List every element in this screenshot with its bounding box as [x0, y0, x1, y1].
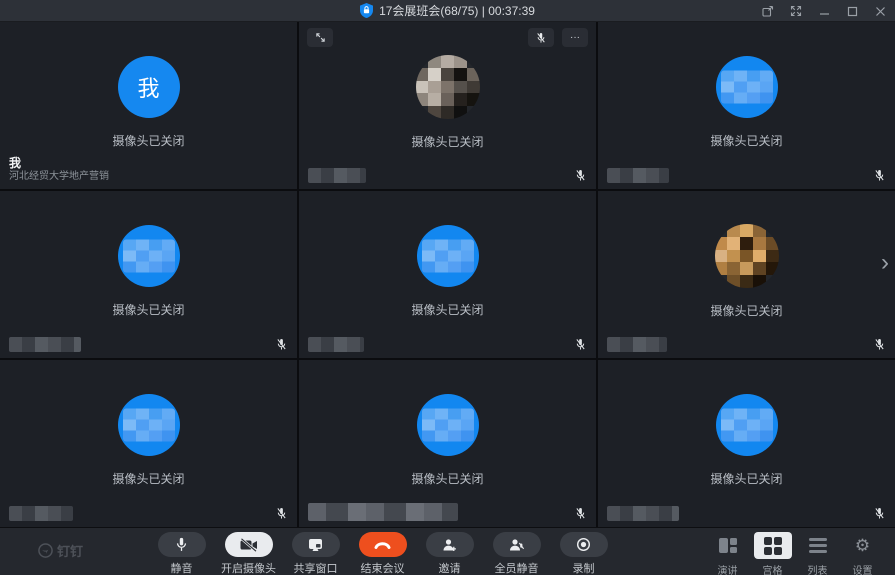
participant-tile[interactable]: 摄像头已关闭 [0, 191, 297, 358]
camera-off-label: 摄像头已关闭 [710, 132, 782, 149]
record-icon [560, 532, 608, 557]
popout-window-icon[interactable] [761, 4, 775, 18]
fullscreen-icon[interactable] [789, 4, 803, 18]
participant-tile[interactable]: 摄像头已关闭 [598, 191, 895, 358]
list-view-icon [799, 532, 837, 559]
expand-tile-button[interactable] [307, 28, 333, 47]
end-call-icon [359, 532, 407, 557]
camera-off-label: 摄像头已关闭 [411, 470, 483, 487]
share-window-icon [292, 532, 340, 557]
record-button[interactable]: 录制 [550, 532, 617, 575]
titlebar: 17会展班会(68/75) | 00:37:39 [0, 0, 895, 22]
avatar: 我 [118, 56, 180, 118]
mic-muted-icon [874, 338, 886, 352]
avatar-blurred-name [417, 225, 479, 287]
dingtalk-logo: 钉钉 [38, 541, 83, 560]
camera-off-icon [225, 532, 273, 557]
mic-muted-icon [874, 169, 886, 183]
participant-name-blurred [607, 337, 667, 352]
view-list-button[interactable]: 列表 [795, 532, 840, 575]
meeting-window: 17会展班会(68/75) | 00:37:39 我 [0, 0, 895, 575]
camera-off-label: 摄像头已关闭 [112, 470, 184, 487]
participant-tile[interactable]: 摄像头已关闭 [299, 360, 596, 527]
view-speaker-button[interactable]: 演讲 [705, 532, 750, 575]
participant-name-blurred [308, 168, 366, 183]
participant-tile[interactable]: ··· 摄像头已关闭 [299, 22, 596, 189]
camera-off-label: 摄像头已关闭 [411, 133, 483, 150]
tile-more-button[interactable]: ··· [562, 28, 588, 47]
participant-name: 我 [9, 156, 109, 171]
participant-name-blurred [607, 168, 669, 183]
camera-off-label: 摄像头已关闭 [710, 470, 782, 487]
share-window-button[interactable]: 共享窗口 [282, 532, 349, 575]
participant-grid: 我 摄像头已关闭 我 河北经贸大学地产营销 ··· [0, 22, 895, 527]
mic-muted-icon [874, 507, 886, 521]
mute-all-icon [493, 532, 541, 557]
camera-off-label: 摄像头已关闭 [710, 302, 782, 319]
camera-on-button[interactable]: 开启摄像头 [215, 532, 282, 575]
avatar-blurred-name [417, 394, 479, 456]
next-page-chevron-icon[interactable]: › [877, 248, 893, 280]
meeting-title: 17会展班会(68/75) | 00:37:39 [379, 2, 535, 19]
participant-name-blurred [607, 506, 679, 521]
camera-off-label: 摄像头已关闭 [112, 132, 184, 149]
view-grid-button[interactable]: 宫格 [750, 532, 795, 575]
avatar-blurred-photo [715, 224, 779, 288]
mic-icon [158, 532, 206, 557]
tile-mic-muted-button[interactable] [528, 28, 554, 47]
participant-tile[interactable]: 摄像头已关闭 [299, 191, 596, 358]
mute-button[interactable]: 静音 [148, 532, 215, 575]
invite-person-icon [426, 532, 474, 557]
participant-tile[interactable]: 摄像头已关闭 [598, 360, 895, 527]
mic-muted-icon [276, 338, 288, 352]
participant-tile-self[interactable]: 我 摄像头已关闭 我 河北经贸大学地产营销 [0, 22, 297, 189]
mute-all-button[interactable]: 全员静音 [483, 532, 550, 575]
maximize-icon[interactable] [845, 4, 859, 18]
end-meeting-button[interactable]: 结束会议 [349, 532, 416, 575]
participant-name-blurred [308, 503, 458, 521]
camera-off-label: 摄像头已关闭 [112, 301, 184, 318]
avatar-blurred-name [716, 56, 778, 118]
participant-name-blurred [308, 337, 364, 352]
gear-icon: ⚙ [844, 532, 882, 559]
mic-muted-icon [575, 169, 587, 183]
minimize-icon[interactable] [817, 4, 831, 18]
mic-muted-icon [575, 338, 587, 352]
mic-muted-icon [575, 507, 587, 521]
avatar-blurred-name [118, 394, 180, 456]
camera-off-label: 摄像头已关闭 [411, 301, 483, 318]
avatar-blurred-name [716, 394, 778, 456]
meeting-toolbar: 钉钉 静音 开启摄像头 共享窗口 [0, 527, 895, 575]
avatar-blurred-photo [416, 55, 480, 119]
participant-name-blurred [9, 506, 73, 521]
speaker-view-icon [709, 532, 747, 559]
close-icon[interactable] [873, 4, 887, 18]
avatar-blurred-name [118, 225, 180, 287]
participant-org: 河北经贸大学地产营销 [9, 171, 109, 184]
dingtalk-logo-text: 钉钉 [57, 541, 83, 560]
participant-name-blurred [9, 337, 81, 352]
participant-tile[interactable]: 摄像头已关闭 [598, 22, 895, 189]
settings-button[interactable]: ⚙ 设置 [840, 532, 885, 575]
grid-view-icon [754, 532, 792, 559]
security-shield-icon [360, 3, 373, 18]
mic-muted-icon [276, 507, 288, 521]
participant-tile[interactable]: 摄像头已关闭 [0, 360, 297, 527]
invite-button[interactable]: 邀请 [416, 532, 483, 575]
